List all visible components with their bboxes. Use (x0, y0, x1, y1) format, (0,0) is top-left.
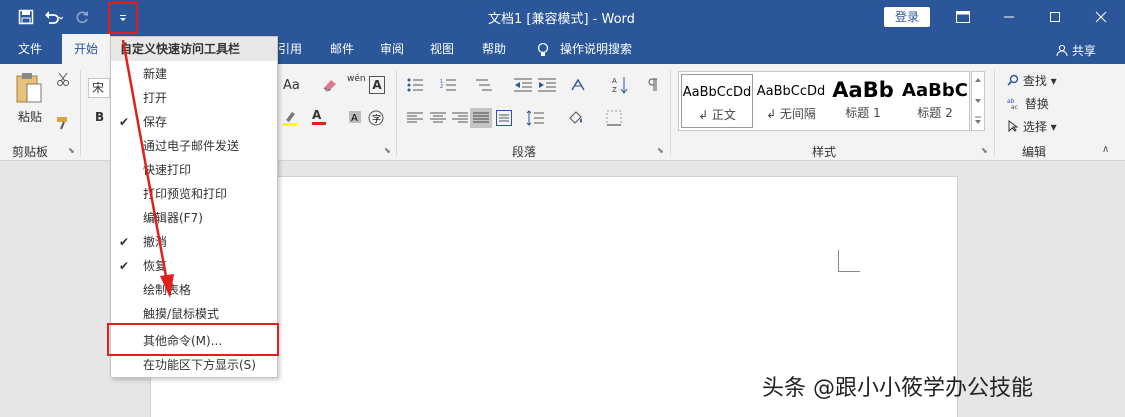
annotation-arrow (121, 39, 174, 298)
watermark-text: 头条 @跟小小筱学办公技能 (762, 376, 1033, 401)
